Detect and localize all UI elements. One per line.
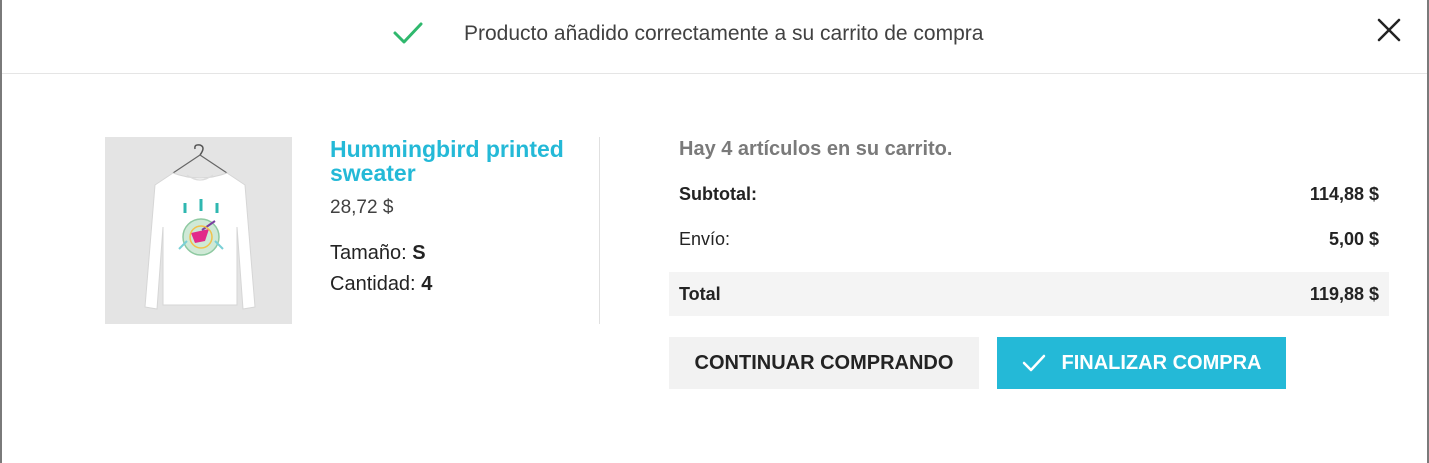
quantity-label: Cantidad: — [330, 273, 416, 295]
subtotal-label: Subtotal: — [679, 184, 757, 204]
product-name[interactable]: Hummingbird printed sweater — [330, 137, 600, 185]
shipping-row: Envío: 5,00 $ — [669, 217, 1389, 261]
total-value: 119,88 $ — [1309, 284, 1379, 304]
cart-count-text: Hay 4 artículos en su carrito. — [679, 138, 953, 160]
check-icon — [393, 22, 423, 44]
total-row: Total 119,88 $ — [669, 272, 1389, 316]
check-icon — [1022, 354, 1045, 372]
product-price: 28,72 $ — [330, 197, 394, 218]
shipping-value: 5,00 $ — [1328, 229, 1379, 249]
subtotal-row: Subtotal: 114,88 $ — [669, 172, 1389, 216]
continue-shopping-button[interactable]: CONTINUAR COMPRANDO — [669, 337, 979, 389]
cart-modal: Producto añadido correctamente a su carr… — [0, 0, 1429, 463]
product-size: Tamaño: S — [330, 242, 426, 265]
total-label: Total — [679, 284, 721, 304]
checkout-button[interactable]: FINALIZAR COMPRA — [997, 337, 1286, 389]
size-label: Tamaño: — [330, 242, 407, 264]
product-quantity: Cantidad: 4 — [330, 273, 432, 296]
shipping-label: Envío: — [679, 229, 731, 249]
checkout-label: FINALIZAR COMPRA — [1061, 351, 1262, 374]
product-image — [105, 137, 292, 324]
quantity-value: 4 — [421, 273, 433, 295]
size-value: S — [412, 242, 426, 264]
subtotal-value: 114,88 $ — [1309, 184, 1379, 204]
column-divider — [599, 137, 600, 324]
close-icon[interactable] — [1374, 15, 1404, 45]
continue-shopping-label: CONTINUAR COMPRANDO — [694, 351, 954, 374]
modal-header: Producto añadido correctamente a su carr… — [2, 0, 1427, 74]
modal-title: Producto añadido correctamente a su carr… — [464, 22, 984, 45]
